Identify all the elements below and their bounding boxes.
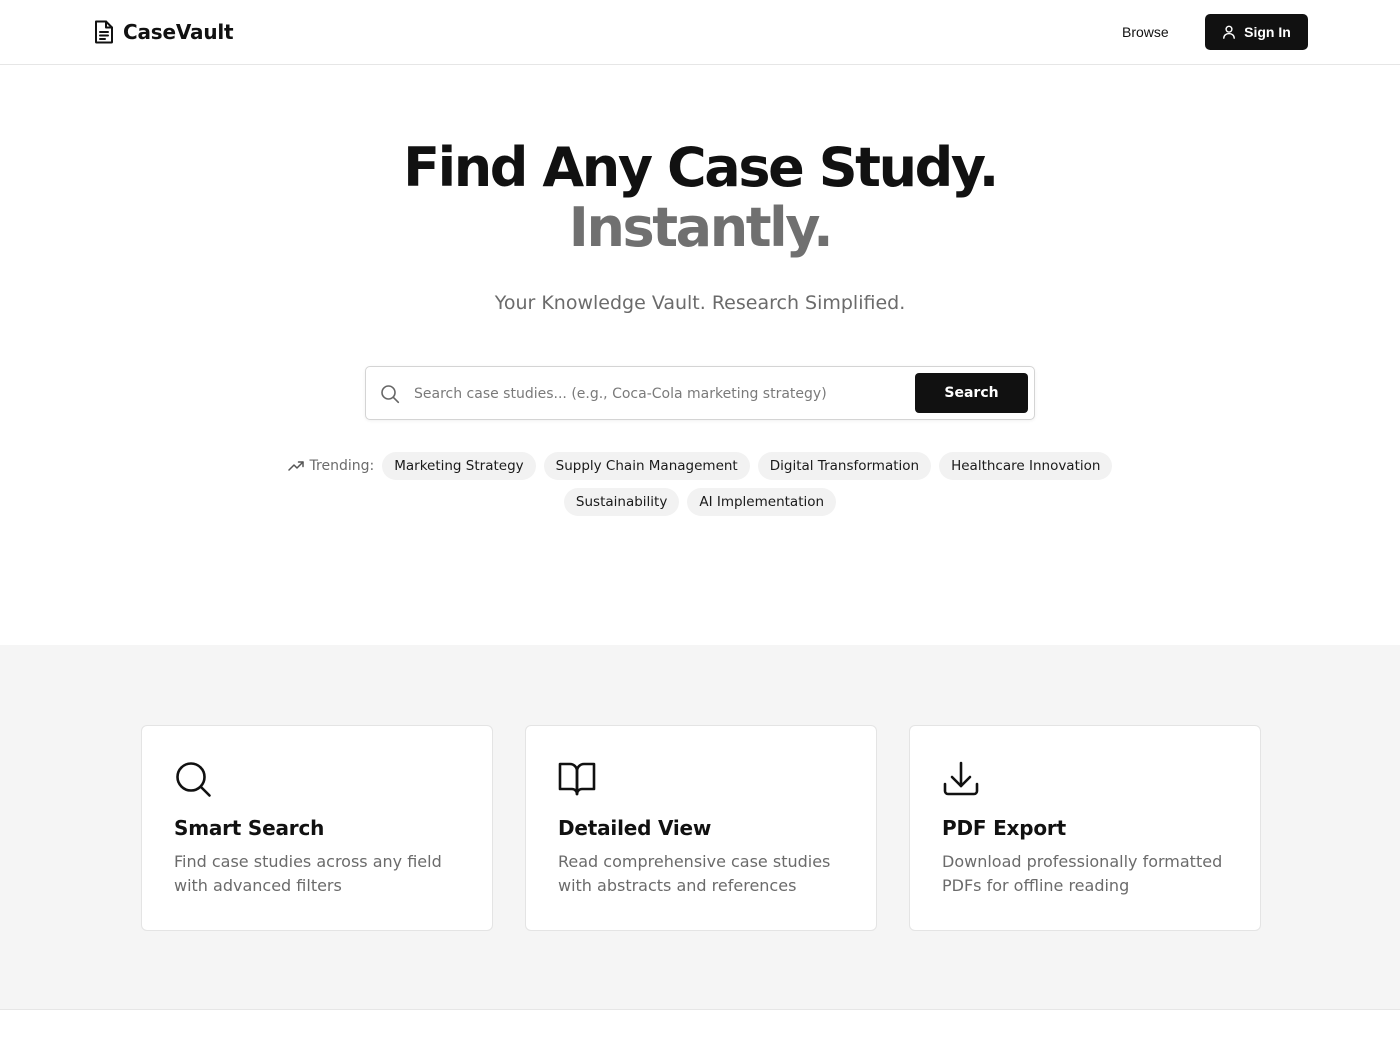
top-navbar: CaseVault Browse Sign In [0, 0, 1400, 65]
feature-title: Detailed View [558, 816, 712, 840]
trending-chip-digital-transformation[interactable]: Digital Transformation [757, 452, 932, 480]
feature-description: Read comprehensive case studies with abs… [558, 852, 831, 895]
sign-in-button[interactable]: Sign In [1205, 14, 1308, 50]
document-icon [95, 20, 113, 44]
search-input[interactable] [414, 375, 954, 413]
trending-up-icon [287, 461, 304, 471]
trending-chip-supply-chain-management[interactable]: Supply Chain Management [543, 452, 750, 480]
browse-link[interactable]: Browse [1110, 18, 1181, 46]
brand-logo-link[interactable]: CaseVault [93, 20, 234, 44]
hero-title-accent: Instantly. [568, 196, 834, 259]
trending-chip-sustainability[interactable]: Sustainability [563, 488, 680, 516]
feature-card-pdf-export: PDF Export Download professionally forma… [909, 725, 1261, 931]
hero-title: Find Any Case Study. [403, 136, 999, 199]
hero-subtitle: Your Knowledge Vault. Research Simplifie… [494, 292, 906, 314]
brand-name: CaseVault [123, 20, 234, 44]
search-icon [176, 762, 211, 797]
feature-card-smart-search: Smart Search Find case studies across an… [141, 725, 493, 931]
user-icon [1223, 25, 1236, 39]
trending-label-text: Trending: [309, 458, 375, 474]
trending-chip-ai-implementation[interactable]: AI Implementation [687, 488, 837, 516]
search-icon [381, 385, 400, 404]
trending-tags: Trending: Marketing Strategy Supply Chai… [270, 452, 1130, 516]
feature-title: PDF Export [942, 816, 1066, 840]
search-button[interactable]: Search [915, 373, 1028, 413]
download-icon [943, 761, 979, 796]
feature-description: Find case studies across any field with … [174, 852, 442, 895]
search-bar: Search [365, 366, 1035, 420]
feature-description: Download professionally formatted PDFs f… [942, 852, 1223, 895]
sign-in-label: Sign In [1244, 24, 1291, 40]
trending-label: Trending: [287, 452, 375, 480]
features-section: Smart Search Find case studies across an… [0, 645, 1400, 1010]
book-open-icon [558, 762, 596, 796]
feature-title: Smart Search [174, 816, 325, 840]
trending-chip-healthcare-innovation[interactable]: Healthcare Innovation [939, 452, 1113, 480]
feature-card-detailed-view: Detailed View Read comprehensive case st… [525, 725, 877, 931]
trending-chip-marketing-strategy[interactable]: Marketing Strategy [382, 452, 536, 480]
